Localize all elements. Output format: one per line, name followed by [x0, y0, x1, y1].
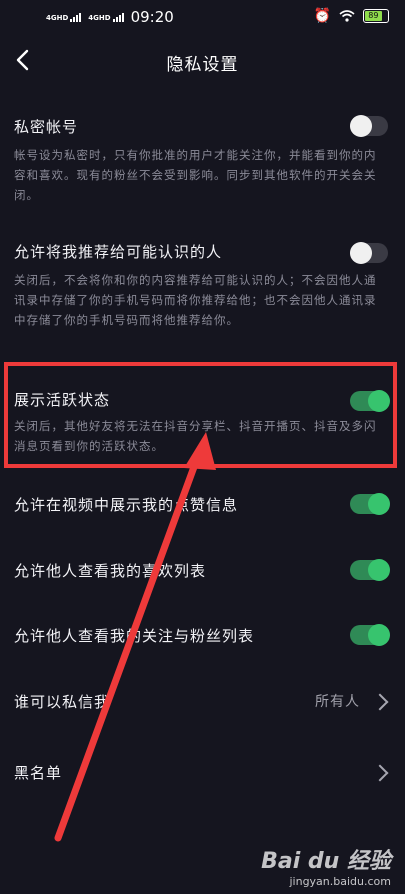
- watermark: Bai du 经验 jingyan.baidu.com: [261, 843, 391, 888]
- watermark-url: jingyan.baidu.com: [289, 875, 391, 888]
- watermark-logo: Bai du 经验: [261, 849, 391, 874]
- annotation-arrow: [54, 432, 216, 842]
